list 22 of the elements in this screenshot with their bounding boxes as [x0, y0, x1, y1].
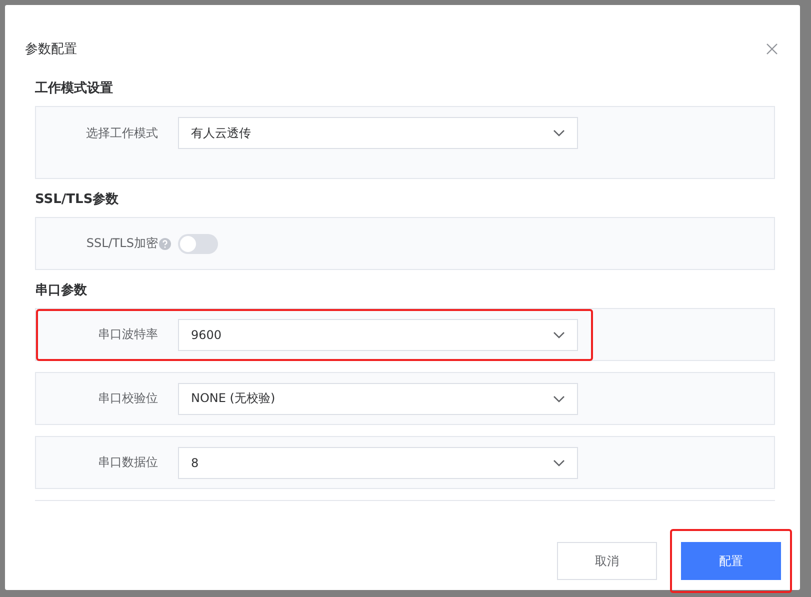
close-icon[interactable] [766, 43, 778, 55]
section-heading: 串口参数 [35, 282, 88, 299]
toggle-switch[interactable] [178, 234, 218, 254]
field-label: 串口波特率 [97, 326, 158, 343]
select-field[interactable]: NONE (无校验) [178, 382, 578, 414]
field-label: SSL/TLS加密 [86, 235, 158, 252]
chevron-down-icon [553, 458, 565, 466]
field-label: 选择工作模式 [86, 124, 158, 142]
field-label: 串口数据位 [97, 454, 158, 471]
section-heading: SSL/TLS参数 [35, 191, 120, 208]
dialog-title: 参数配置 [25, 41, 77, 58]
select-field[interactable]: 8 [178, 446, 578, 478]
help-icon[interactable] [159, 238, 171, 250]
section-heading: 工作模式设置 [35, 80, 114, 97]
cancel-button[interactable]: 取消 [557, 542, 657, 580]
chevron-down-icon [553, 394, 565, 402]
chevron-down-icon [553, 129, 565, 137]
select-field[interactable]: 有人云透传 [178, 117, 578, 149]
confirm-button[interactable]: 配置 [681, 542, 781, 580]
field-label: 串口校验位 [97, 390, 158, 407]
chevron-down-icon [553, 330, 565, 338]
select-field[interactable]: 9600 [178, 318, 578, 350]
